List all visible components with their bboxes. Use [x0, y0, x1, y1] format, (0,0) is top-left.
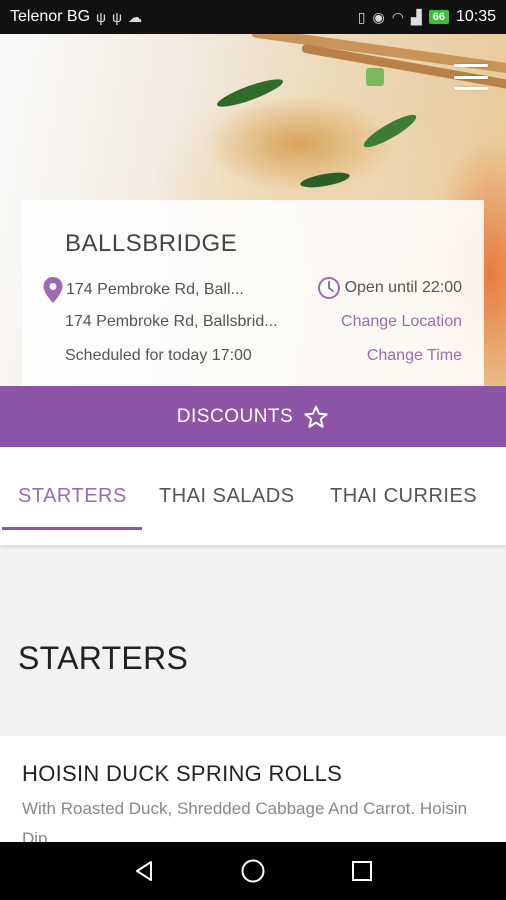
active-tab-indicator — [2, 527, 142, 530]
discounts-label: DISCOUNTS — [176, 405, 294, 427]
herb-decoration — [214, 74, 286, 112]
change-time-link[interactable]: Change Time — [367, 347, 462, 365]
menu-item-name: HOISIN DUCK SPRING ROLLS — [22, 761, 343, 786]
address-row: 174 Pembroke Rd, Ball... — [40, 276, 244, 304]
eye-icon: ◉ — [372, 8, 385, 25]
hours-text: Open until 22:00 — [344, 279, 462, 296]
usb-icon: ψ — [96, 9, 107, 25]
hamburger-menu-icon[interactable] — [454, 64, 488, 90]
status-bar: Telenor BG ψ ψ ☁ ▯ ◉ ◠ ▟ 66 10:35 — [0, 0, 506, 34]
address-long: 174 Pembroke Rd, Ballsbrid... — [65, 313, 278, 330]
menu-item-card[interactable]: HOISIN DUCK SPRING ROLLS With Roasted Du… — [0, 736, 506, 848]
tab-thai-salads[interactable]: THAI SALADS — [159, 485, 295, 508]
recents-icon[interactable] — [347, 856, 377, 886]
herb-decoration-2 — [360, 109, 420, 153]
vibrate-icon: ▯ — [357, 8, 366, 25]
carrier-name: Telenor BG — [10, 8, 91, 25]
cloud-icon: ☁ — [128, 8, 143, 25]
herb-decoration-4 — [366, 68, 384, 86]
clock-icon — [317, 277, 340, 299]
section-title: STARTERS — [18, 640, 189, 676]
address-short: 174 Pembroke Rd, Ball... — [66, 281, 244, 298]
location-name: BALLSBRIDGE — [65, 230, 238, 257]
battery-icon: 66 — [428, 10, 449, 24]
schedule-text: Scheduled for today 17:00 — [65, 347, 252, 364]
discounts-button[interactable]: DISCOUNTS — [0, 386, 506, 447]
change-location-link[interactable]: Change Location — [341, 313, 462, 331]
back-icon[interactable] — [129, 856, 159, 886]
location-info-card: BALLSBRIDGE 174 Pembroke Rd, Ball... Ope… — [22, 200, 484, 386]
hero-food-image: BALLSBRIDGE 174 Pembroke Rd, Ball... Ope… — [0, 34, 506, 386]
category-tabs: STARTERS THAI SALADS THAI CURRIES — [0, 447, 506, 545]
tab-thai-curries[interactable]: THAI CURRIES — [330, 485, 477, 508]
home-icon[interactable] — [238, 856, 268, 886]
clock-time: 10:35 — [455, 8, 496, 25]
location-pin-icon — [43, 277, 63, 303]
signal-icon: ▟ — [410, 8, 422, 25]
star-icon — [304, 405, 328, 428]
wifi-icon: ◠ — [391, 8, 404, 25]
usb-icon-2: ψ — [112, 9, 123, 25]
tab-starters[interactable]: STARTERS — [18, 485, 127, 508]
system-nav-bar — [0, 842, 506, 900]
herb-decoration-3 — [299, 169, 351, 191]
opening-hours: Open until 22:00 — [317, 276, 462, 300]
